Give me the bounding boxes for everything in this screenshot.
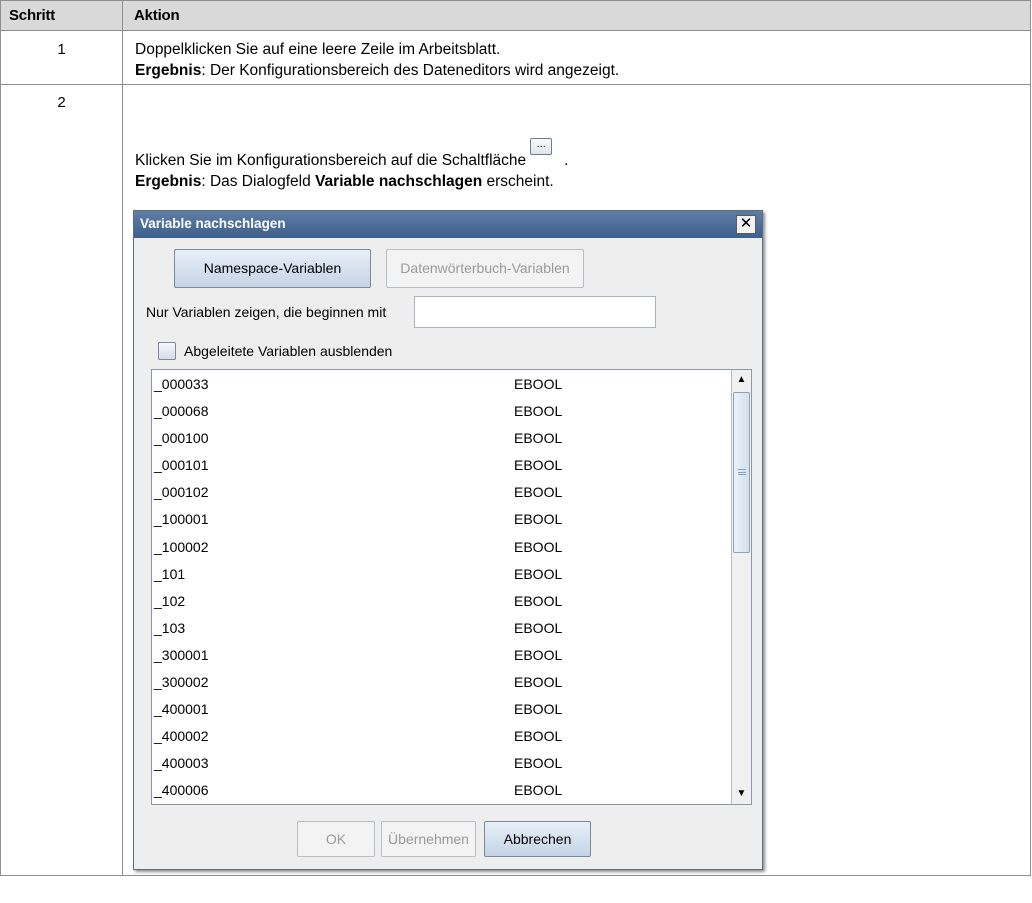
cancel-button[interactable]: Abbrechen bbox=[484, 821, 591, 857]
scroll-up-arrow-icon[interactable]: ▲ bbox=[732, 370, 751, 390]
variable-name: _400001 bbox=[154, 701, 209, 718]
list-item[interactable]: _000068 EBOOL bbox=[152, 397, 751, 424]
list-item[interactable]: _000101 EBOOL bbox=[152, 451, 751, 478]
variable-type: EBOOL bbox=[514, 619, 563, 636]
variable-type: EBOOL bbox=[514, 457, 563, 474]
list-item[interactable]: _100001 EBOOL bbox=[152, 505, 751, 532]
variable-type: EBOOL bbox=[514, 565, 563, 582]
variable-type: EBOOL bbox=[514, 728, 563, 745]
variable-type: EBOOL bbox=[514, 782, 563, 799]
list-item[interactable]: _102 EBOOL bbox=[152, 587, 751, 614]
result-text-end: erscheint. bbox=[482, 173, 554, 190]
list-item[interactable]: _400003 EBOOL bbox=[152, 749, 751, 776]
variable-type: EBOOL bbox=[514, 701, 563, 718]
variable-type: EBOOL bbox=[514, 511, 563, 528]
list-item[interactable]: _100002 EBOOL bbox=[152, 533, 751, 560]
variable-name: _000101 bbox=[154, 457, 209, 474]
variable-type: EBOOL bbox=[514, 430, 563, 447]
table-header: Schritt Aktion bbox=[1, 1, 1030, 31]
variable-type: EBOOL bbox=[514, 592, 563, 609]
variable-name: _400003 bbox=[154, 755, 209, 772]
variable-type: EBOOL bbox=[514, 376, 563, 392]
hide-derived-checkbox[interactable] bbox=[158, 342, 176, 360]
header-step: Schritt bbox=[9, 7, 56, 24]
variable-name: _000033 bbox=[154, 376, 209, 392]
dialog-title: Variable nachschlagen bbox=[140, 216, 286, 231]
scroll-down-arrow-icon[interactable]: ▼ bbox=[732, 784, 751, 804]
variable-rows: _000033 EBOOL _000068 EBOOL _000100 EBOOL _000… bbox=[152, 370, 751, 804]
step-result: Ergebnis: Das Dialogfeld Variable nachsc… bbox=[135, 171, 554, 192]
hide-derived-label[interactable]: Abgeleitete Variablen ausblenden bbox=[184, 343, 392, 359]
result-text: : Der Konfigurationsbereich des Datenedi… bbox=[201, 62, 620, 79]
list-item[interactable]: _300002 EBOOL bbox=[152, 668, 751, 695]
variable-name: _300001 bbox=[154, 646, 209, 663]
step-number: 1 bbox=[57, 41, 66, 58]
variable-list[interactable]: _000033 EBOOL _000068 EBOOL _000100 EBOOL _000… bbox=[151, 369, 752, 805]
ellipsis-button-icon: ... bbox=[530, 138, 553, 155]
result-label: Ergebnis bbox=[135, 62, 202, 79]
list-item[interactable]: _400001 EBOOL bbox=[152, 695, 751, 722]
list-item[interactable]: _000102 EBOOL bbox=[152, 478, 751, 505]
header-action: Aktion bbox=[134, 7, 180, 24]
variable-name: _103 bbox=[154, 619, 186, 636]
variable-name: _300002 bbox=[154, 674, 209, 691]
result-dialog-name: Variable nachschlagen bbox=[315, 173, 483, 190]
variable-name: _102 bbox=[154, 592, 186, 609]
step-instruction: Klicken Sie im Konfigurationsbereich auf… bbox=[135, 138, 569, 171]
column-divider bbox=[122, 1, 123, 875]
result-label: Ergebnis bbox=[135, 173, 202, 190]
filter-input[interactable] bbox=[414, 296, 656, 328]
variable-lookup-dialog: Variable nachschlagen ✕ Namespace-Variab… bbox=[133, 210, 763, 870]
page: Schritt Aktion 1 Doppelklicken Sie auf e… bbox=[0, 0, 1032, 903]
apply-button[interactable]: Übernehmen bbox=[381, 821, 476, 857]
variable-type: EBOOL bbox=[514, 646, 563, 663]
variable-name: _100002 bbox=[154, 538, 209, 555]
variable-name: _000068 bbox=[154, 403, 209, 420]
result-text: : Das Dialogfeld bbox=[201, 173, 316, 190]
variable-name: _000100 bbox=[154, 430, 209, 447]
variable-type: EBOOL bbox=[514, 484, 563, 501]
scrollbar-thumb[interactable] bbox=[733, 392, 750, 553]
variable-type: EBOOL bbox=[514, 403, 563, 420]
list-item[interactable]: _103 EBOOL bbox=[152, 614, 751, 641]
variable-name: _400002 bbox=[154, 728, 209, 745]
variable-type: EBOOL bbox=[514, 674, 563, 691]
grip-icon bbox=[738, 469, 746, 475]
dialog-titlebar[interactable]: Variable nachschlagen ✕ bbox=[134, 211, 762, 238]
list-item[interactable]: _400006 EBOOL bbox=[152, 776, 751, 803]
step-result: Ergebnis: Der Konfigurationsbereich des … bbox=[135, 60, 619, 81]
ok-button[interactable]: OK bbox=[297, 821, 375, 857]
variable-name: _100001 bbox=[154, 511, 209, 528]
variable-type: EBOOL bbox=[514, 538, 563, 555]
step-number: 2 bbox=[57, 94, 66, 111]
filter-label: Nur Variablen zeigen, die beginnen mit bbox=[146, 304, 387, 320]
list-item[interactable]: _400002 EBOOL bbox=[152, 722, 751, 749]
list-item[interactable]: _300001 EBOOL bbox=[152, 641, 751, 668]
vertical-scrollbar[interactable]: ▲ ▼ bbox=[731, 370, 751, 804]
variable-name: _101 bbox=[154, 565, 186, 582]
namespace-variables-button[interactable]: Namespace-Variablen bbox=[174, 249, 371, 288]
variable-type: EBOOL bbox=[514, 755, 563, 772]
list-item[interactable]: _000033 EBOOL bbox=[152, 370, 751, 397]
instruction-text: Klicken Sie im Konfigurationsbereich auf… bbox=[135, 152, 527, 169]
variable-name: _400006 bbox=[154, 782, 209, 799]
data-dictionary-variables-button[interactable]: Datenwörterbuch-Variablen bbox=[386, 249, 584, 288]
list-item[interactable]: _101 EBOOL bbox=[152, 560, 751, 587]
instruction-period: . bbox=[564, 152, 569, 169]
close-icon[interactable]: ✕ bbox=[736, 215, 756, 234]
table-row: 1 Doppelklicken Sie auf eine leere Zeile… bbox=[1, 31, 1030, 85]
list-item[interactable]: _000100 EBOOL bbox=[152, 424, 751, 451]
step-instruction: Doppelklicken Sie auf eine leere Zeile i… bbox=[135, 41, 501, 58]
variable-name: _000102 bbox=[154, 484, 209, 501]
